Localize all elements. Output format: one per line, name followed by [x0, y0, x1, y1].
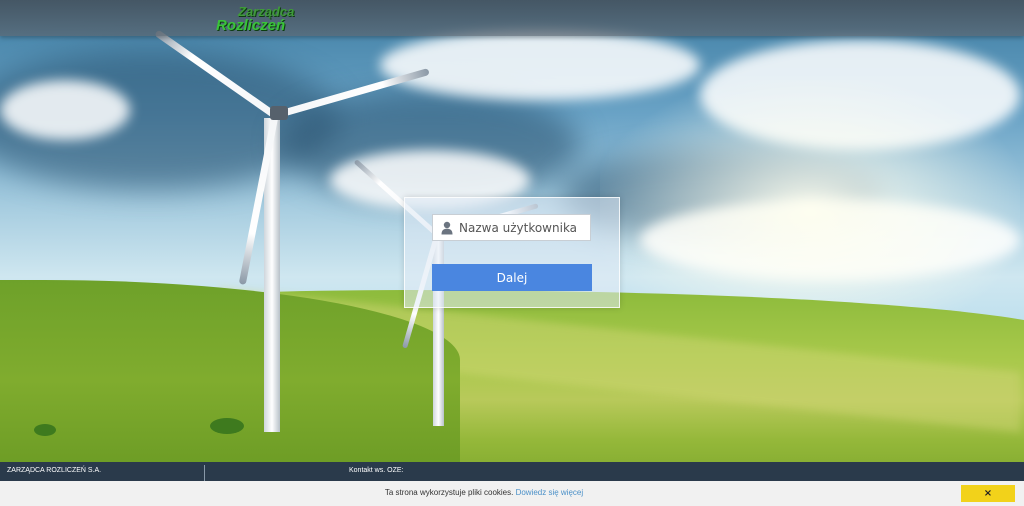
user-icon — [441, 221, 453, 235]
close-icon[interactable]: × — [961, 485, 1015, 502]
cookie-text: Ta strona wykorzystuje pliki cookies. Do… — [0, 488, 968, 497]
cookie-bar: Ta strona wykorzystuje pliki cookies. Do… — [0, 481, 1024, 506]
footer-company: ZARZĄDCA ROZLICZEŃ S.A. — [7, 467, 102, 474]
cookie-message: Ta strona wykorzystuje pliki cookies. — [384, 488, 516, 497]
next-button[interactable]: Dalej — [432, 264, 592, 291]
footer-divider — [204, 465, 205, 481]
footer: ZARZĄDCA ROZLICZEŃ S.A. Kontakt ws. OZE: — [0, 462, 1024, 481]
bush — [210, 418, 244, 434]
username-input[interactable] — [459, 215, 589, 240]
login-card: Dalej — [404, 197, 620, 308]
username-field[interactable] — [432, 214, 591, 241]
footer-contact: Kontakt ws. OZE: — [349, 467, 404, 474]
logo-line2: Rozliczeń — [216, 17, 286, 34]
cloud — [0, 80, 130, 140]
bush — [34, 424, 56, 436]
logo[interactable]: Zarządca Rozliczeń — [216, 4, 312, 34]
cookie-learn-more-link[interactable]: Dowiedz się więcej — [516, 488, 584, 497]
top-bar: Zarządca Rozliczeń — [0, 0, 1024, 36]
